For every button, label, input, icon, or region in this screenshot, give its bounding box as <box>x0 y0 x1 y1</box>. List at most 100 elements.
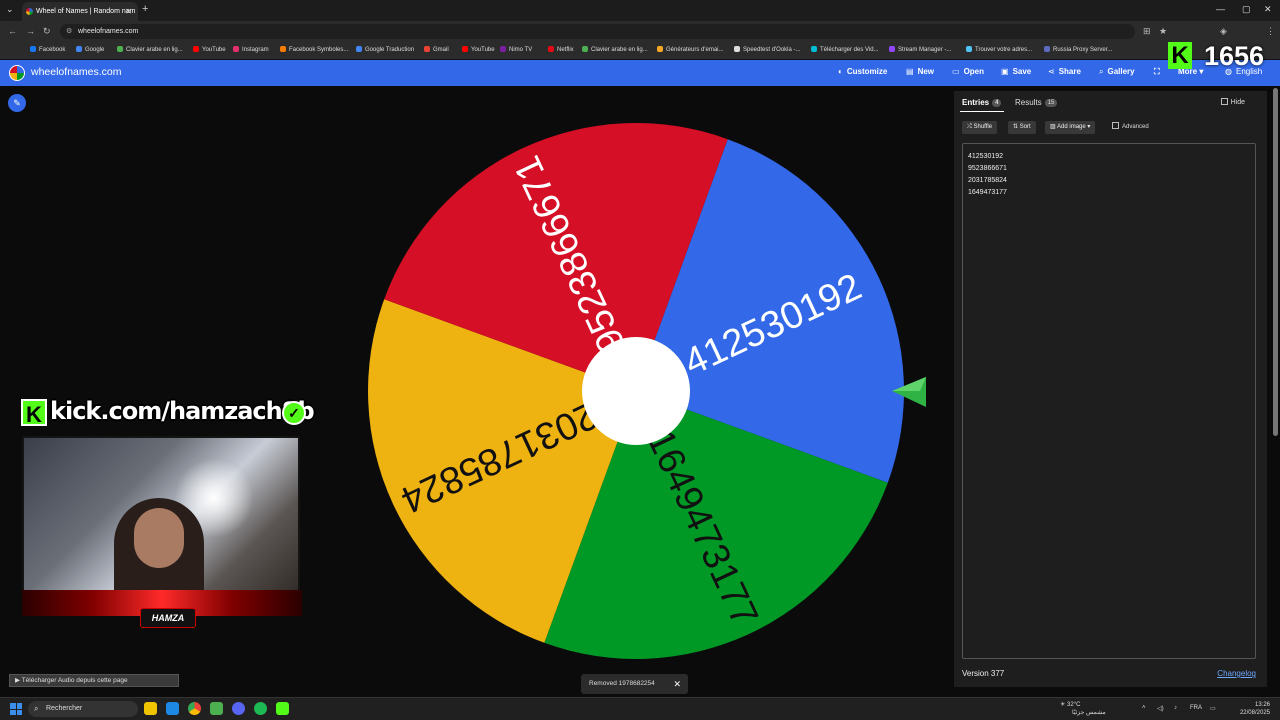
bookmark-item[interactable]: Netflix <box>548 46 574 53</box>
bookmark-item[interactable]: Facebook <box>30 46 65 53</box>
bookmark-item[interactable]: YouTube <box>193 46 226 53</box>
weather-widget[interactable]: ☀ 32°C مشمس جزئيًا <box>1060 701 1106 717</box>
advanced-checkbox[interactable]: Advanced <box>1112 122 1149 130</box>
bookmark-item[interactable]: Clavier arabe en lig... <box>117 46 183 53</box>
bookmark-item[interactable]: Gmail <box>424 46 449 53</box>
gallery-button[interactable]: ⌕ Gallery <box>1099 67 1135 77</box>
close-window-icon[interactable]: ✕ <box>1264 4 1272 15</box>
extensions-icon[interactable]: ◈ <box>1220 26 1227 37</box>
removed-toast: Removed 1978682254 ✕ <box>581 674 688 694</box>
bookmark-label: Trouver votre adres... <box>975 47 1033 53</box>
bookmark-item[interactable]: Google Traduction <box>356 46 414 53</box>
share-button[interactable]: ⋖ Share <box>1048 67 1081 76</box>
close-toast-icon[interactable]: ✕ <box>673 674 681 694</box>
kick-channel-url: kick.com/hamzach8b <box>50 397 315 425</box>
entry-line[interactable]: 412530192 <box>968 151 1250 163</box>
tab-title: Wheel of Names | Random nam <box>36 8 136 15</box>
fullscreen-icon[interactable]: ⛶ <box>1154 67 1160 77</box>
bookmark-label: Nimo TV <box>509 47 533 53</box>
forward-icon[interactable]: → <box>26 26 35 36</box>
page-scrollbar[interactable] <box>1273 88 1278 436</box>
volume-icon[interactable]: ◁) <box>1157 705 1164 712</box>
bookmark-item[interactable]: Instagram <box>233 46 269 53</box>
new-button[interactable]: ▤ New <box>906 67 934 76</box>
changelog-link[interactable]: Changelog <box>1217 669 1256 678</box>
store-icon[interactable] <box>166 702 179 715</box>
spotify-icon[interactable] <box>254 702 267 715</box>
chrome-icon[interactable] <box>188 702 201 715</box>
bookmark-item[interactable]: Trouver votre adres... <box>966 46 1032 53</box>
mic-icon[interactable]: ♪ <box>1174 705 1177 711</box>
add-image-button[interactable]: ▨ Add image ▾ <box>1045 121 1096 134</box>
bookmark-favicon-icon <box>500 46 506 52</box>
wheel[interactable]: 412530192164947317720317858249523866671 <box>368 121 904 661</box>
back-icon[interactable]: ← <box>8 26 17 36</box>
bookmark-favicon-icon <box>30 46 36 52</box>
maximize-icon[interactable]: ▢ <box>1242 4 1251 15</box>
menu-icon[interactable]: ⋮ <box>1266 26 1275 37</box>
tab-search-icon[interactable]: ⌄ <box>6 4 14 15</box>
bookmark-item[interactable]: YouTube <box>462 46 495 53</box>
customize-button[interactable]: ◐ Customize <box>838 67 887 76</box>
save-button[interactable]: ▣ Save <box>1001 67 1031 76</box>
bookmark-favicon-icon <box>811 46 817 52</box>
bookmark-label: Stream Manager -... <box>898 47 952 53</box>
tab-entries[interactable]: Entries 4 <box>962 98 1002 107</box>
reload-icon[interactable]: ↻ <box>43 26 51 37</box>
kick-app-icon[interactable] <box>276 702 289 715</box>
entries-textarea[interactable]: 412530192 9523866671 2031785824 1649473177 <box>962 143 1256 659</box>
file-icon: ▤ <box>906 67 914 76</box>
version-label: Version 377 <box>962 669 1005 678</box>
bookmark-item[interactable]: Speedtest d'Ookla -... <box>734 46 801 53</box>
discord-icon[interactable] <box>232 702 245 715</box>
bookmark-item[interactable]: Générateurs d'emai... <box>657 46 724 53</box>
open-button[interactable]: ▭ Open <box>952 67 984 76</box>
site-name[interactable]: wheelofnames.com <box>31 66 121 78</box>
site-info-icon[interactable]: ⚙ <box>66 24 72 39</box>
hide-checkbox[interactable]: Hide <box>1220 98 1245 106</box>
edit-pencil-icon[interactable]: ✎ <box>8 94 26 112</box>
bookmark-label: Facebook <box>39 47 66 53</box>
bookmark-star-icon[interactable]: ★ <box>1159 26 1167 37</box>
bookmark-favicon-icon <box>548 46 554 52</box>
network-icon[interactable]: ▭ <box>1210 705 1216 712</box>
site-header: wheelofnames.com ◐ Customize ▤ New ▭ Open ▣… <box>0 60 1280 86</box>
language-indicator[interactable]: FRA <box>1190 705 1202 711</box>
bookmark-label: Russia Proxy Server... <box>1053 47 1113 53</box>
bookmark-item[interactable]: Russia Proxy Server... <box>1044 46 1112 53</box>
minimize-icon[interactable]: — <box>1216 4 1225 14</box>
tab-results[interactable]: Results 15 <box>1015 98 1058 107</box>
bookmark-item[interactable]: Facebook Symboles... <box>280 46 348 53</box>
search-icon: ⌕ <box>1099 67 1104 76</box>
entry-line[interactable]: 2031785824 <box>968 175 1250 187</box>
entry-line[interactable]: 9523866671 <box>968 163 1250 175</box>
bookmark-item[interactable]: Télécharger des Vid... <box>811 46 879 53</box>
shuffle-button[interactable]: ⤮ Shuffle <box>962 121 998 134</box>
new-tab-icon[interactable]: + <box>142 3 148 15</box>
wheel-center-button[interactable] <box>582 337 690 445</box>
url-input[interactable]: ⚙ wheelofnames.com <box>60 24 1135 39</box>
wheel-logo-icon[interactable] <box>9 65 25 81</box>
bookmark-favicon-icon <box>966 46 972 52</box>
sort-button[interactable]: ⇅ Sort <box>1008 121 1036 134</box>
translate-icon[interactable]: ⊞ <box>1143 26 1151 37</box>
windows-start-icon[interactable] <box>10 703 22 715</box>
browser-tab[interactable]: Wheel of Names | Random nam ✕ <box>22 2 138 21</box>
close-tab-icon[interactable]: ✕ <box>125 2 132 21</box>
streamer-tag: HAMZA <box>140 608 196 628</box>
bookmark-label: Télécharger des Vid... <box>820 47 879 53</box>
file-explorer-icon[interactable] <box>144 702 157 715</box>
bookmark-item[interactable]: Nimo TV <box>500 46 532 53</box>
taskbar-search[interactable]: ⌕ Rechercher <box>28 701 138 717</box>
bookmarks-bar: Facebook Google Clavier arabe en lig... You… <box>0 42 1280 60</box>
download-audio-button[interactable]: ▶ Télécharger Audio depuis cette page <box>9 674 179 687</box>
bookmark-item[interactable]: Google <box>76 46 104 53</box>
bookmark-item[interactable]: Stream Manager -... <box>889 46 951 53</box>
entry-line[interactable]: 1649473177 <box>968 187 1250 199</box>
sort-icon: ⇅ <box>1013 124 1019 130</box>
tray-expand-icon[interactable]: ˄ <box>1142 705 1146 711</box>
clock[interactable]: 13:26 22/08/2025 <box>1240 701 1270 717</box>
bookmark-item[interactable]: Clavier arabe en lig... <box>582 46 648 53</box>
bookmark-favicon-icon <box>657 46 663 52</box>
app-icon[interactable] <box>210 702 223 715</box>
